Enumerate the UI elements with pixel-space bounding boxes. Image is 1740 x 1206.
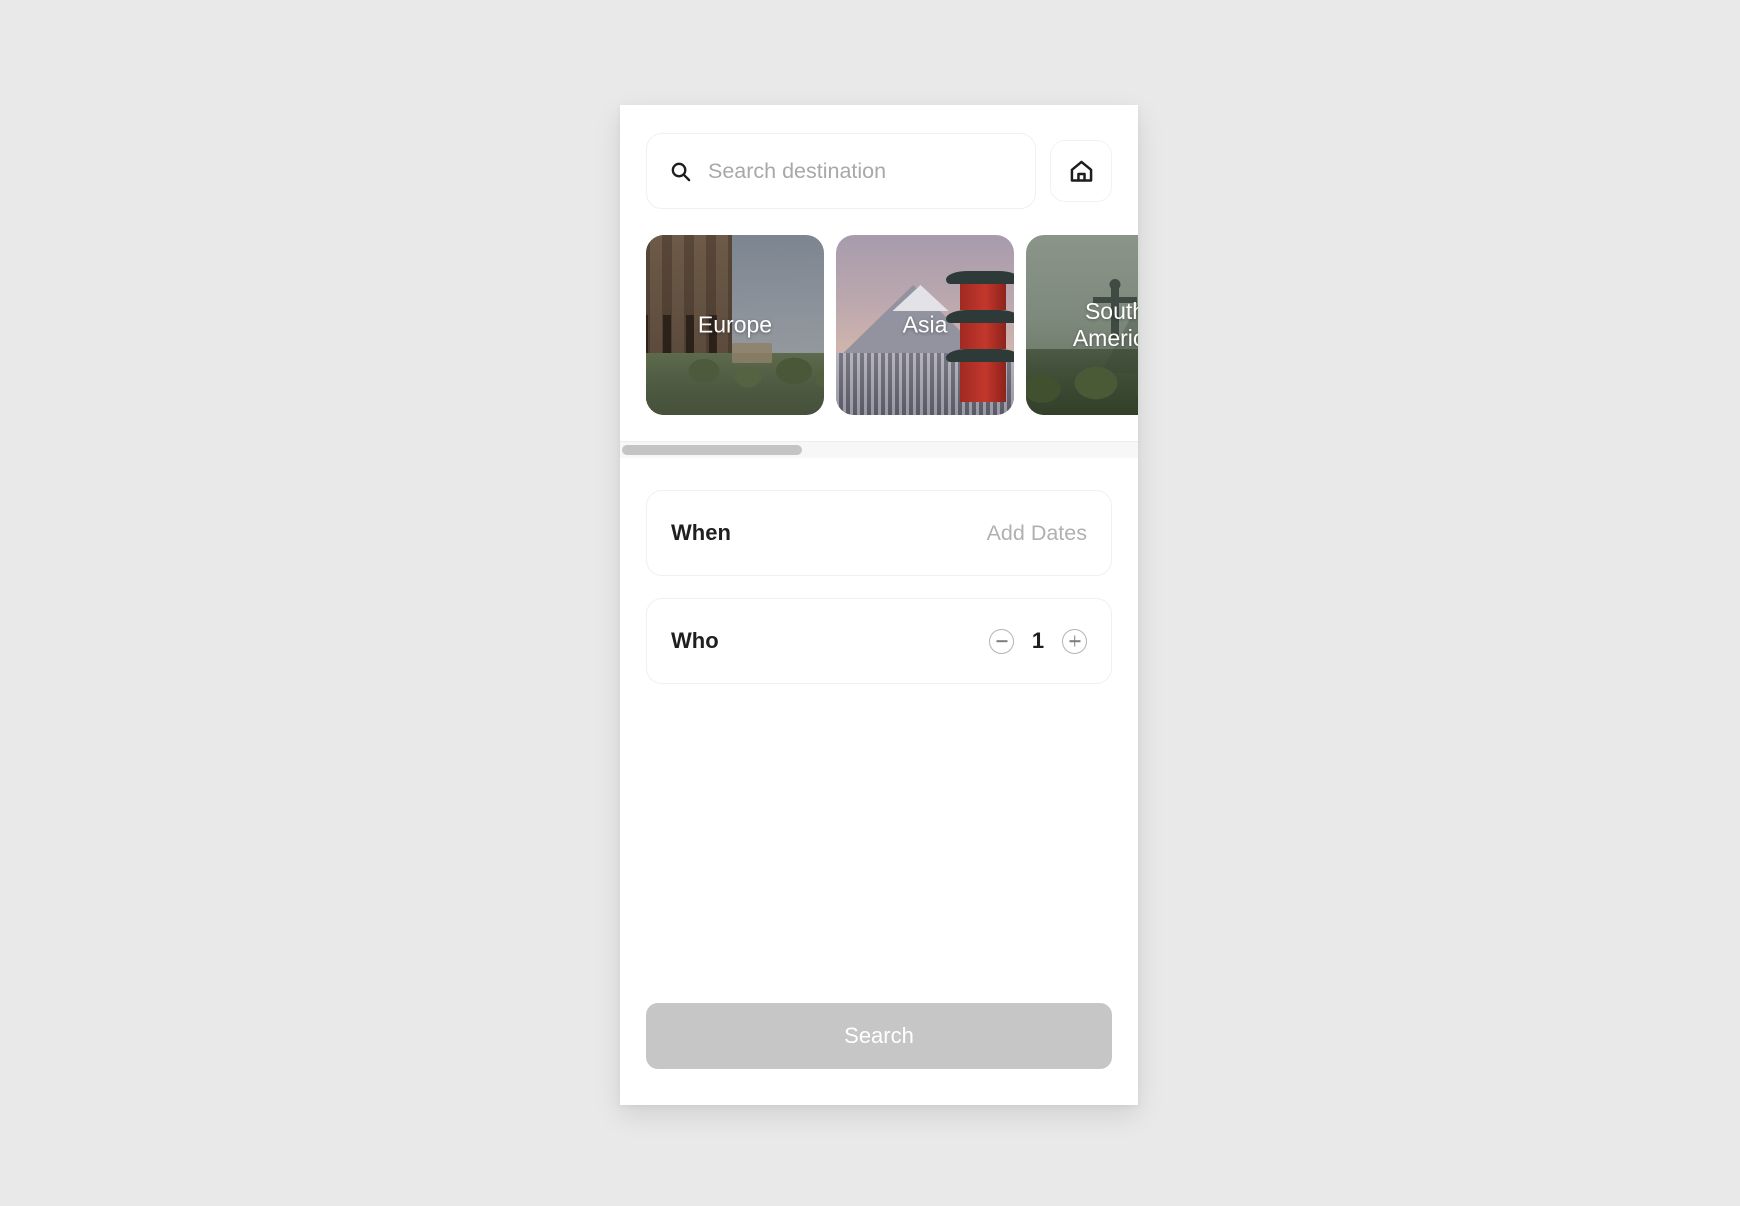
destination-label: South America [1072, 297, 1138, 351]
minus-circle-icon[interactable] [989, 628, 1014, 654]
destination-card-south-america[interactable]: South America [1026, 235, 1138, 415]
when-value[interactable]: Add Dates [987, 521, 1087, 546]
footer: Search [620, 1003, 1138, 1105]
phone-frame: Europe Asia [620, 105, 1138, 1105]
destination-label: Europe [697, 311, 773, 338]
carousel-scrollbar[interactable] [620, 441, 1138, 458]
who-label: Who [671, 628, 719, 653]
guest-count: 1 [1031, 628, 1045, 653]
destination-carousel-region: Europe Asia Sout Ameri [620, 235, 1138, 458]
search-field[interactable] [646, 133, 1036, 209]
search-input[interactable] [708, 158, 1013, 184]
who-row[interactable]: Who 1 [646, 598, 1112, 684]
home-icon [1068, 158, 1095, 185]
search-button[interactable]: Search [646, 1003, 1112, 1069]
carousel-scroll-thumb[interactable] [622, 445, 802, 455]
guest-stepper: 1 [989, 628, 1087, 654]
destination-card-europe[interactable]: Europe [646, 235, 824, 415]
when-row[interactable]: When Add Dates [646, 490, 1112, 576]
plus-circle-icon[interactable] [1062, 628, 1087, 654]
destination-carousel[interactable]: Europe Asia Sout Ameri [620, 235, 1138, 415]
search-icon [669, 160, 692, 183]
search-row [620, 105, 1138, 209]
options-section: When Add Dates Who 1 [620, 458, 1138, 684]
home-button[interactable] [1050, 140, 1112, 202]
destination-label: Asia [902, 311, 948, 338]
when-label: When [671, 520, 731, 545]
destination-card-asia[interactable]: Asia [836, 235, 1014, 415]
